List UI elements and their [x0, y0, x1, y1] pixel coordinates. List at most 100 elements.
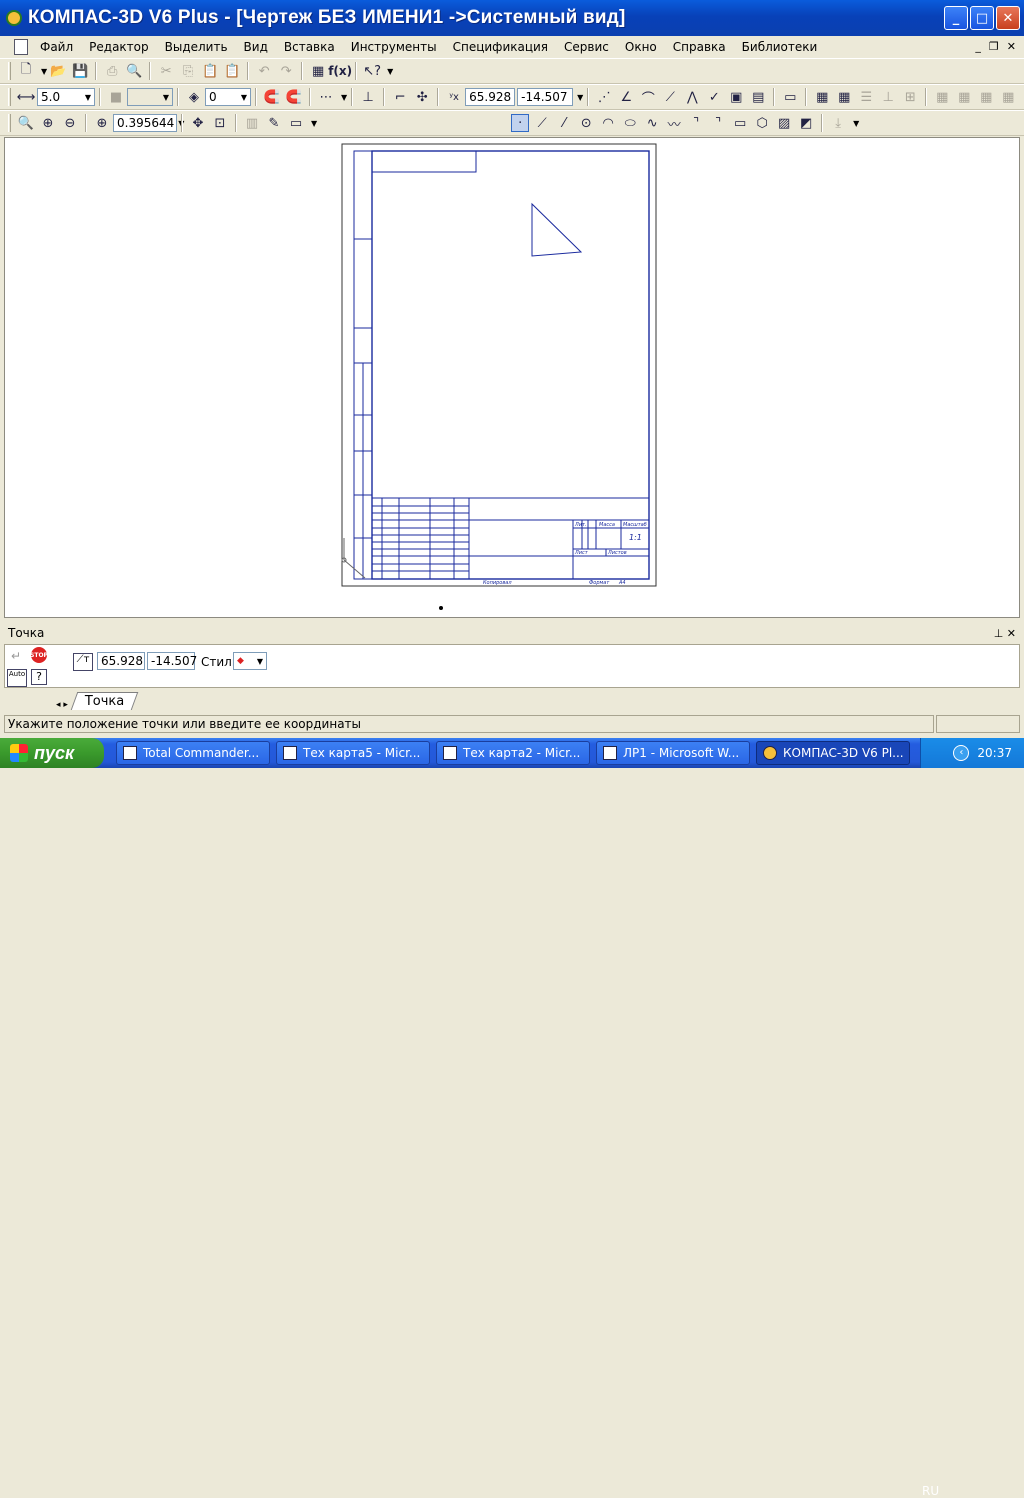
snap-line-icon[interactable]: ⟋ [661, 88, 679, 106]
contour-icon[interactable]: ◩ [797, 114, 815, 132]
layer-field[interactable]: 0 ▼ [205, 88, 251, 106]
language-indicator[interactable]: RU [922, 1484, 939, 1498]
mdi-close-button[interactable]: ✕ [1007, 40, 1016, 53]
auto-create-icon[interactable]: Auto [7, 669, 27, 687]
drawing-canvas[interactable]: Лит. Масса Масштаб 1:1 Лист Листов Копир… [4, 137, 1020, 618]
toolbar-grip[interactable] [8, 62, 11, 80]
paste-special-icon[interactable]: 📋 [223, 62, 241, 80]
help-icon[interactable]: ? [31, 669, 47, 685]
tab-point[interactable]: Точка [70, 692, 139, 710]
snap-mark-icon[interactable]: ✓ [705, 88, 723, 106]
snap-tangent-icon[interactable]: ⌒ [639, 88, 657, 107]
panel-close-icon[interactable]: ✕ [1007, 627, 1016, 640]
help-pointer-icon[interactable]: ↖? [363, 62, 381, 80]
snap-endpoint-icon[interactable]: ⋰ [595, 88, 613, 106]
properties-icon[interactable]: ▭ [781, 88, 799, 106]
menu-editor[interactable]: Редактор [89, 40, 148, 54]
new-document-icon[interactable]: 🗋 [17, 62, 35, 80]
open-folder-icon[interactable]: 📂 [49, 62, 67, 80]
cursor-step-field[interactable]: 5.0 ▼ [37, 88, 95, 106]
document-icon[interactable] [14, 39, 28, 55]
menu-service[interactable]: Сервис [564, 40, 609, 54]
view-state-icon[interactable]: ■ [107, 88, 125, 106]
hatch-icon[interactable]: ▨ [775, 114, 793, 132]
view-field[interactable]: ▼ [127, 88, 173, 106]
local-cs-icon[interactable]: ⊥ [359, 88, 377, 106]
lib-icon-2[interactable]: ▦ [955, 88, 973, 106]
menu-specification[interactable]: Спецификация [453, 40, 548, 54]
rectangle-icon[interactable]: ▭ [731, 114, 749, 132]
menu-window[interactable]: Окно [625, 40, 657, 54]
spec-edit-icon[interactable]: ▦ [835, 88, 853, 106]
parametric-mode-icon[interactable]: ✣ [413, 88, 431, 106]
style-select[interactable]: ◆ ▼ [233, 652, 267, 670]
copy-icon[interactable]: ⎘ [179, 62, 197, 80]
zoom-window-icon[interactable]: 🔍 [17, 114, 35, 132]
chamfer-icon[interactable]: ⌝ [687, 114, 705, 132]
cursor-y-field[interactable]: -14.507 [517, 88, 574, 106]
print-preview-icon[interactable]: 🔍 [125, 62, 143, 80]
close-button[interactable]: ✕ [996, 6, 1020, 30]
polygon-icon[interactable]: ⬡ [753, 114, 771, 132]
clock[interactable]: 20:37 [977, 746, 1012, 760]
menu-select[interactable]: Выделить [165, 40, 228, 54]
undo-icon[interactable]: ↶ [255, 62, 273, 80]
segment-icon[interactable]: ⁄ [555, 114, 573, 132]
point-tool-icon[interactable]: · [511, 114, 530, 132]
snap-angle-icon[interactable]: ∠ [617, 88, 635, 106]
spline-icon[interactable]: ∿ [643, 114, 661, 132]
zoom-out-icon[interactable]: ⊖ [61, 114, 79, 132]
menu-view[interactable]: Вид [244, 40, 268, 54]
tab-scroll-arrows[interactable]: ◂ ▸ [56, 700, 68, 710]
task-tech-card5[interactable]: Тех карта5 - Micr... [276, 741, 430, 765]
point-x-input[interactable]: 65.928 [97, 652, 145, 670]
grid-icon[interactable]: ⋯ [317, 88, 335, 106]
layer-icon[interactable]: ◈ [185, 88, 203, 106]
spec-link-icon[interactable]: ⊞ [901, 88, 919, 106]
spec-list-icon[interactable]: ☰ [857, 88, 875, 106]
pin-icon[interactable]: ⊥ [994, 627, 1004, 640]
spec-object-icon[interactable]: ▦ [813, 88, 831, 106]
toolbar-grip[interactable] [8, 114, 11, 132]
toolbar-grip[interactable] [8, 88, 11, 106]
display-icon[interactable]: ▭ [287, 114, 305, 132]
task-lr1-word[interactable]: ЛР1 - Microsoft W... [596, 741, 750, 765]
print-icon[interactable]: ⎙ [103, 62, 121, 80]
ortho-mode-icon[interactable]: ⌐ [391, 88, 409, 106]
snap-box-icon[interactable]: ▣ [727, 88, 745, 106]
pan-icon[interactable]: ✥ [189, 114, 207, 132]
fx-variables-icon[interactable]: f(x) [328, 62, 352, 80]
mdi-restore-button[interactable]: ❐ [989, 40, 999, 53]
window-titlebar[interactable]: КОМПАС-3D V6 Plus - [Чертеж БЕЗ ИМЕНИ1 -… [0, 0, 1024, 36]
task-total-commander[interactable]: Total Commander... [116, 741, 270, 765]
calculator-icon[interactable]: ▦ [309, 62, 327, 80]
regenerate-icon[interactable]: ✎ [265, 114, 283, 132]
stop-icon[interactable]: STOP [30, 647, 48, 663]
snap-apex-icon[interactable]: ⋀ [683, 88, 701, 106]
drawing-sheet[interactable]: Лит. Масса Масштаб 1:1 Лист Листов Копир… [5, 138, 1020, 618]
cut-icon[interactable]: ✂ [157, 62, 175, 80]
circle-icon[interactable]: ⊙ [577, 114, 595, 132]
task-kompas[interactable]: КОМПАС-3D V6 Pl... [756, 741, 910, 765]
cursor-step-icon[interactable]: ⟷ [17, 88, 36, 106]
task-tech-card2[interactable]: Тех карта2 - Micr... [436, 741, 590, 765]
zoom-in-icon[interactable]: ⊕ [39, 114, 57, 132]
start-button[interactable]: пуск [0, 738, 104, 768]
menu-tools[interactable]: Инструменты [351, 40, 437, 54]
spec-tree-icon[interactable]: ⊥ [879, 88, 897, 106]
refresh-icon[interactable]: ▥ [243, 114, 261, 132]
menu-help[interactable]: Справка [673, 40, 726, 54]
arc-icon[interactable]: ◠ [599, 114, 617, 132]
fillet-icon[interactable]: ⌝ [709, 114, 727, 132]
insert-icon[interactable]: ⤓ [829, 114, 847, 132]
redo-icon[interactable]: ↷ [277, 62, 295, 80]
save-icon[interactable]: 💾 [71, 62, 89, 80]
menu-file[interactable]: Файл [40, 40, 73, 54]
tray-expand-icon[interactable]: ‹ [953, 745, 970, 761]
lib-icon-1[interactable]: ▦ [933, 88, 951, 106]
enter-icon[interactable]: ↵ [11, 649, 21, 663]
point-y-input[interactable]: -14.507 [147, 652, 197, 670]
zoom-field[interactable]: 0.395644 ▼ [113, 114, 184, 132]
lib-icon-3[interactable]: ▦ [977, 88, 995, 106]
menu-insert[interactable]: Вставка [284, 40, 335, 54]
